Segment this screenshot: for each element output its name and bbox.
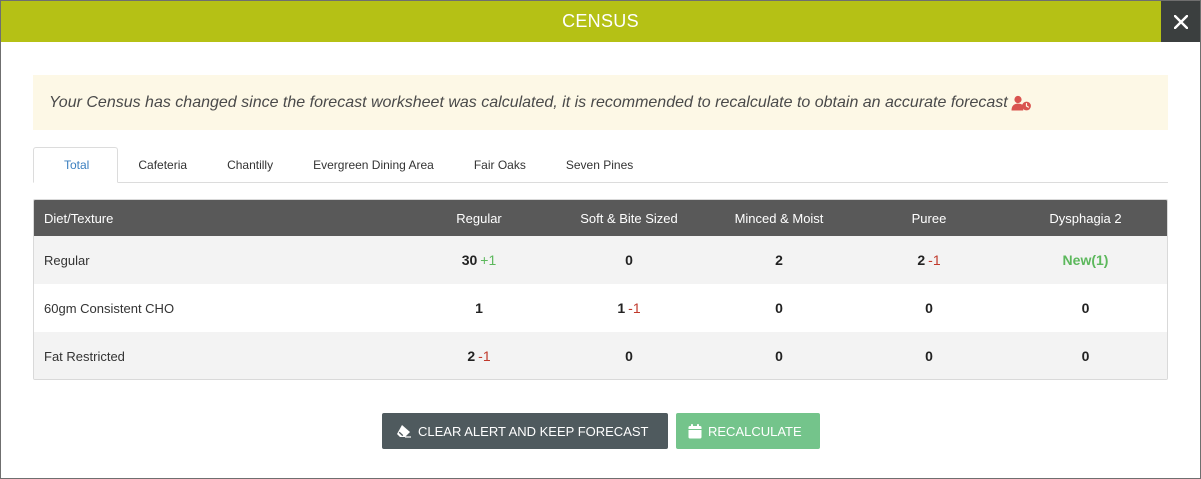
table-cell: 2 -1 (404, 332, 554, 379)
cell-new-badge: New(1) (1062, 252, 1109, 268)
alert-message: Your Census has changed since the foreca… (49, 93, 1008, 111)
cell-value: 1 (617, 300, 626, 316)
table-cell: New(1) (1004, 236, 1167, 284)
clear-alert-label: CLEAR ALERT AND KEEP FORECAST (418, 423, 649, 439)
cell-delta: -1 (478, 348, 491, 364)
recalculate-label: RECALCULATE (708, 423, 802, 439)
cell-delta: -1 (928, 252, 941, 268)
close-icon (1173, 14, 1188, 29)
row-label: Regular (44, 252, 90, 268)
modal-header: CENSUS (1, 1, 1200, 42)
cell-value: 0 (775, 300, 783, 316)
cell-delta: +1 (480, 252, 497, 268)
cell-value: 1 (475, 300, 483, 316)
table-cell: 0 (1004, 284, 1167, 332)
column-header: Dysphagia 2 (1049, 210, 1122, 226)
close-button[interactable] (1161, 1, 1200, 42)
table-cell: 30 +1 (404, 236, 554, 284)
cell-value: 2 (917, 252, 926, 268)
row-label: Fat Restricted (44, 348, 125, 364)
table-cell: 2 (704, 236, 854, 284)
table-row: Regular 30 +1 0 2 2 -1 New(1) (34, 236, 1167, 284)
table-cell: 0 (854, 284, 1004, 332)
clear-alert-button[interactable]: CLEAR ALERT AND KEEP FORECAST (382, 413, 668, 449)
column-header: Regular (456, 210, 502, 226)
table-cell: 0 (854, 332, 1004, 379)
table-cell: 2 -1 (854, 236, 1004, 284)
census-table: Diet/Texture Regular Soft & Bite Sized M… (33, 199, 1168, 380)
table-cell: 1 -1 (554, 284, 704, 332)
tab-evergreen-dining-area[interactable]: Evergreen Dining Area (293, 148, 454, 182)
cell-value: 2 (467, 348, 476, 364)
cell-value: 30 (461, 252, 478, 268)
table-header-row: Diet/Texture Regular Soft & Bite Sized M… (34, 200, 1167, 236)
table-row: 60gm Consistent CHO 1 1 -1 0 0 0 (34, 284, 1167, 332)
cell-value: 0 (1081, 348, 1090, 364)
eraser-icon (396, 424, 412, 438)
row-label: 60gm Consistent CHO (44, 300, 175, 316)
tab-cafeteria[interactable]: Cafeteria (118, 148, 207, 182)
cell-value: 0 (625, 348, 633, 364)
column-header: Minced & Moist (734, 210, 824, 226)
column-header: Soft & Bite Sized (580, 210, 678, 226)
location-tabs: Total Cafeteria Chantilly Evergreen Dini… (33, 147, 1168, 183)
calendar-icon (688, 423, 702, 439)
user-clock-icon (1011, 95, 1033, 111)
cell-value: 0 (775, 348, 783, 364)
table-cell: 0 (1004, 332, 1167, 379)
table-cell: 0 (704, 284, 854, 332)
recalculate-button[interactable]: RECALCULATE (676, 413, 820, 449)
table-cell: 0 (704, 332, 854, 379)
tab-chantilly[interactable]: Chantilly (207, 148, 293, 182)
table-row: Fat Restricted 2 -1 0 0 0 0 (34, 332, 1167, 379)
recalculate-alert: Your Census has changed since the foreca… (33, 75, 1168, 130)
census-modal: CENSUS Your Census has changed since the… (0, 0, 1201, 479)
tab-fair-oaks[interactable]: Fair Oaks (454, 148, 546, 182)
cell-value: 0 (925, 300, 933, 316)
cell-value: 0 (1081, 300, 1090, 316)
tab-total[interactable]: Total (33, 147, 119, 183)
cell-value: 2 (775, 252, 783, 268)
tab-seven-pines[interactable]: Seven Pines (546, 148, 653, 182)
cell-value: 0 (625, 252, 633, 268)
table-cell: 0 (554, 236, 704, 284)
table-cell: 0 (554, 332, 704, 379)
modal-title: CENSUS (562, 11, 639, 31)
cell-delta: -1 (628, 300, 641, 316)
table-cell: 1 (404, 284, 554, 332)
column-header: Diet/Texture (44, 210, 114, 226)
cell-value: 0 (925, 348, 933, 364)
column-header: Puree (911, 210, 947, 226)
